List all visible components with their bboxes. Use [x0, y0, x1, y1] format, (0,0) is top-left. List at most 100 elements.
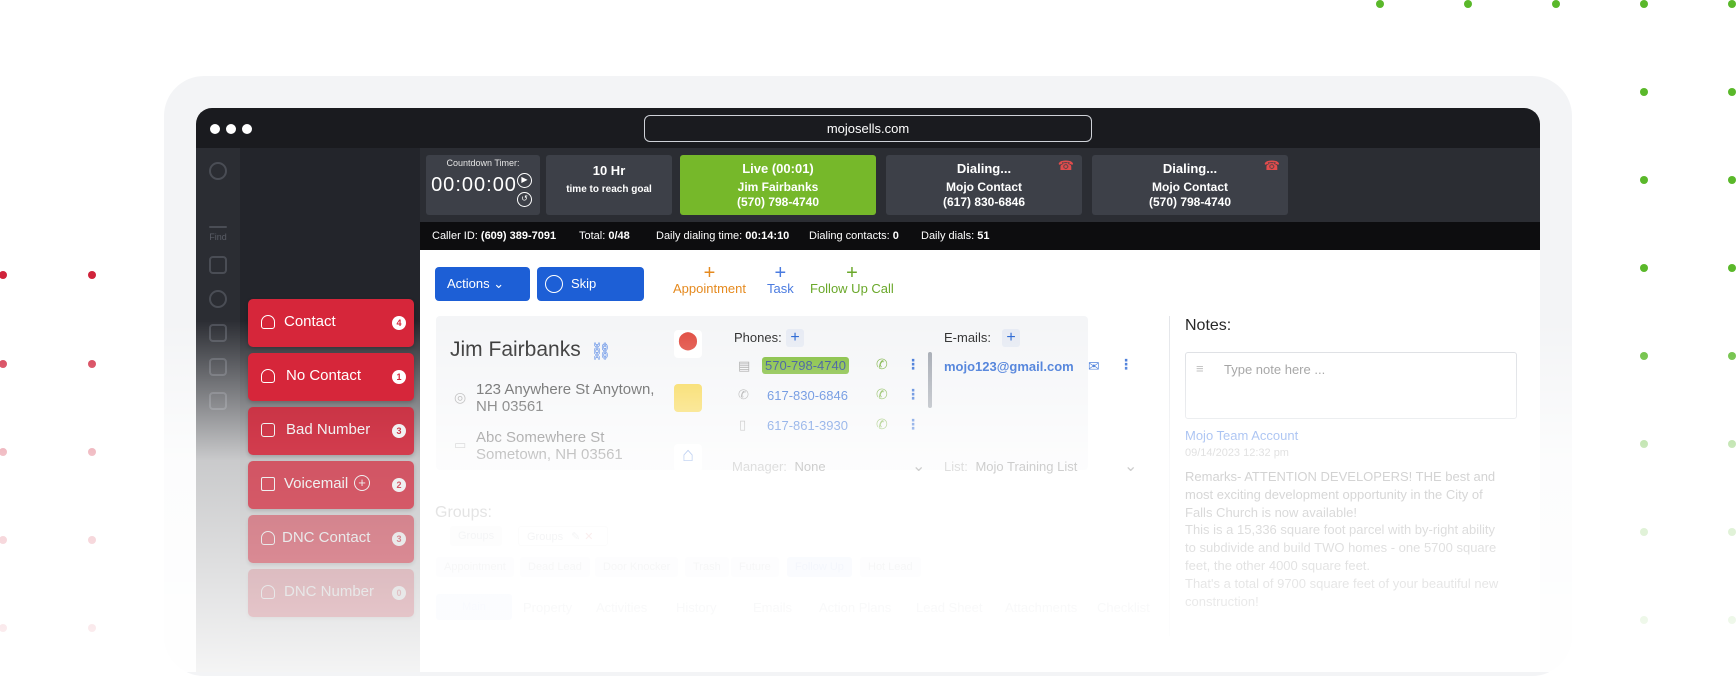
line-name: Mojo Contact: [946, 180, 1022, 194]
skip-tracer-button[interactable]: Skip Tracer: [537, 267, 644, 325]
mail-icon: [261, 477, 275, 491]
google-maps-icon[interactable]: ⬤: [674, 330, 702, 358]
address-bar[interactable]: mojosells.com: [644, 115, 1092, 142]
stat-daily-time: Daily dialing time: 00:14:10: [656, 230, 790, 242]
line-tile-dialing[interactable]: ☎ Dialing... Mojo Contact (617) 830-6846: [886, 155, 1082, 215]
list-select[interactable]: Mojo Training List: [975, 459, 1077, 474]
column-divider: [1169, 316, 1170, 636]
chevron-down-icon: ⌄: [493, 276, 505, 291]
call-icon[interactable]: ✆: [876, 356, 888, 373]
phones-label: Phones:: [734, 330, 782, 345]
address-primary: 123 Anywhere St Anytown, NH 03561: [476, 381, 655, 415]
tab-checklist[interactable]: Checklist: [1097, 600, 1150, 615]
phone-number[interactable]: 617-830-6846: [767, 388, 848, 403]
timer-minutes[interactable]: 00: [462, 174, 486, 196]
disposition-dnc-contact-button[interactable]: DNC Contact 3: [248, 515, 414, 563]
add-appointment-button[interactable]: + Appointment: [673, 263, 746, 296]
more-options-icon[interactable]: ⋮: [906, 356, 920, 373]
disposition-voicemail-button[interactable]: Voicemail + 2: [248, 461, 414, 509]
tag-chip[interactable]: Trash: [685, 557, 729, 577]
plus-icon: +: [774, 262, 787, 284]
tag-chip[interactable]: Dead Lead: [520, 557, 590, 577]
zillow-icon[interactable]: ⌂: [674, 444, 702, 472]
tab-activities[interactable]: Activities: [596, 600, 647, 615]
add-follow-up-button[interactable]: + Follow Up Call: [810, 263, 894, 296]
tab-emails[interactable]: Emails: [753, 600, 792, 615]
chevron-down-icon[interactable]: ⌄: [912, 456, 925, 476]
actions-button[interactable]: Actions ⌄: [435, 267, 530, 301]
note-placeholder: Type note here ...: [1224, 362, 1326, 377]
call-icon[interactable]: ✆: [876, 386, 888, 403]
search-icon[interactable]: [209, 162, 227, 180]
edit-icon[interactable]: ✎: [571, 531, 580, 543]
line-name: Jim Fairbanks: [737, 180, 819, 194]
tag-chip[interactable]: Appointment: [436, 557, 514, 577]
count-badge: 1: [392, 370, 406, 384]
timer-seconds[interactable]: 00: [493, 174, 517, 196]
disposition-bad-number-button[interactable]: Bad Number 3: [248, 407, 414, 455]
note-author[interactable]: Mojo Team Account: [1185, 428, 1485, 444]
manager-select[interactable]: None: [795, 459, 826, 474]
tab-attachments[interactable]: Attachments: [1005, 600, 1077, 615]
tab-history[interactable]: History: [676, 600, 716, 615]
notes-title: Notes:: [1185, 317, 1232, 334]
reset-icon[interactable]: ↺: [517, 192, 532, 207]
groups-tab-active[interactable]: Groups ✎ ✕: [518, 526, 608, 546]
hang-up-icon[interactable]: ☎: [1264, 158, 1280, 174]
skip-tracer-icon: [545, 275, 563, 293]
person-off-icon: [261, 369, 275, 383]
link-icon[interactable]: ⛓: [590, 342, 612, 362]
tab-lead-sheet[interactable]: Lead Sheet: [916, 600, 983, 615]
add-email-button[interactable]: +: [1002, 329, 1020, 347]
add-voicemail-icon[interactable]: +: [354, 475, 370, 491]
mailbox-icon: ▭: [454, 437, 467, 452]
more-options-icon[interactable]: ⋮: [1119, 356, 1133, 373]
contact-card: Jim Fairbanks ⛓ ◎ 123 Anywhere St Anytow…: [436, 316, 1137, 475]
groups-tab[interactable]: Groups: [450, 526, 503, 546]
play-icon[interactable]: ▶: [517, 173, 532, 188]
goal-tile: 10 Hr time to reach goal: [546, 155, 672, 215]
count-badge: 0: [392, 586, 406, 600]
tab-property[interactable]: Property: [523, 600, 572, 615]
browser-chrome: mojosells.com: [196, 108, 1540, 148]
back-arrow-icon[interactable]: [209, 226, 227, 228]
stat-total: Total: 0/48: [579, 230, 630, 242]
phone-number[interactable]: 570-798-4740: [762, 357, 849, 374]
hang-up-icon[interactable]: ☎: [1058, 158, 1074, 174]
tag-chip[interactable]: Hot Lead: [860, 557, 921, 577]
timer-hours[interactable]: 00: [431, 174, 455, 196]
line-tile-live[interactable]: Live (00:01) Jim Fairbanks (570) 798-474…: [680, 155, 876, 215]
phones-scrollbar[interactable]: [928, 352, 932, 408]
calendar-icon[interactable]: [209, 324, 227, 342]
note-input[interactable]: ≡ Type note here ...: [1185, 352, 1517, 419]
tab-main[interactable]: Main: [436, 594, 512, 620]
email-address[interactable]: mojo123@gmail.com: [944, 359, 1074, 374]
manager-label: Manager: None: [732, 459, 826, 474]
more-options-icon[interactable]: ⋮: [906, 386, 920, 403]
maps-app-icon[interactable]: [674, 384, 702, 412]
list-icon[interactable]: [209, 358, 227, 376]
more-options-icon[interactable]: ⋮: [906, 416, 920, 433]
tab-action-plans[interactable]: Action Plans: [819, 600, 891, 615]
call-icon[interactable]: ✆: [876, 416, 888, 433]
chevron-down-icon[interactable]: ⌄: [1124, 456, 1137, 476]
tag-chip[interactable]: Door Knocker: [595, 557, 679, 577]
note-date: 09/14/2023 12:32 pm: [1185, 447, 1289, 459]
phone-type-icon: ▤: [738, 358, 751, 373]
close-icon[interactable]: ✕: [584, 531, 593, 543]
grid-icon[interactable]: [209, 392, 227, 410]
line-name: Mojo Contact: [1152, 180, 1228, 194]
disposition-no-contact-button[interactable]: No Contact 1: [248, 353, 414, 401]
disposition-contact-button[interactable]: Contact 4: [248, 299, 414, 347]
tag-chip-active[interactable]: Follow Up: [787, 557, 852, 577]
home-icon[interactable]: [209, 256, 227, 274]
phone-number[interactable]: 617-861-3930: [767, 418, 848, 433]
disposition-dnc-number-button[interactable]: DNC Number 0: [248, 569, 414, 617]
tag-chip[interactable]: Future: [731, 557, 779, 577]
line-tile-dialing[interactable]: ☎ Dialing... Mojo Contact (570) 798-4740: [1092, 155, 1288, 215]
add-task-button[interactable]: + Task: [767, 262, 794, 296]
stat-dialing-contacts: Dialing contacts: 0: [809, 230, 899, 242]
broadcast-icon[interactable]: [209, 290, 227, 308]
send-email-icon[interactable]: ✉: [1088, 358, 1100, 375]
add-phone-button[interactable]: +: [786, 329, 804, 347]
